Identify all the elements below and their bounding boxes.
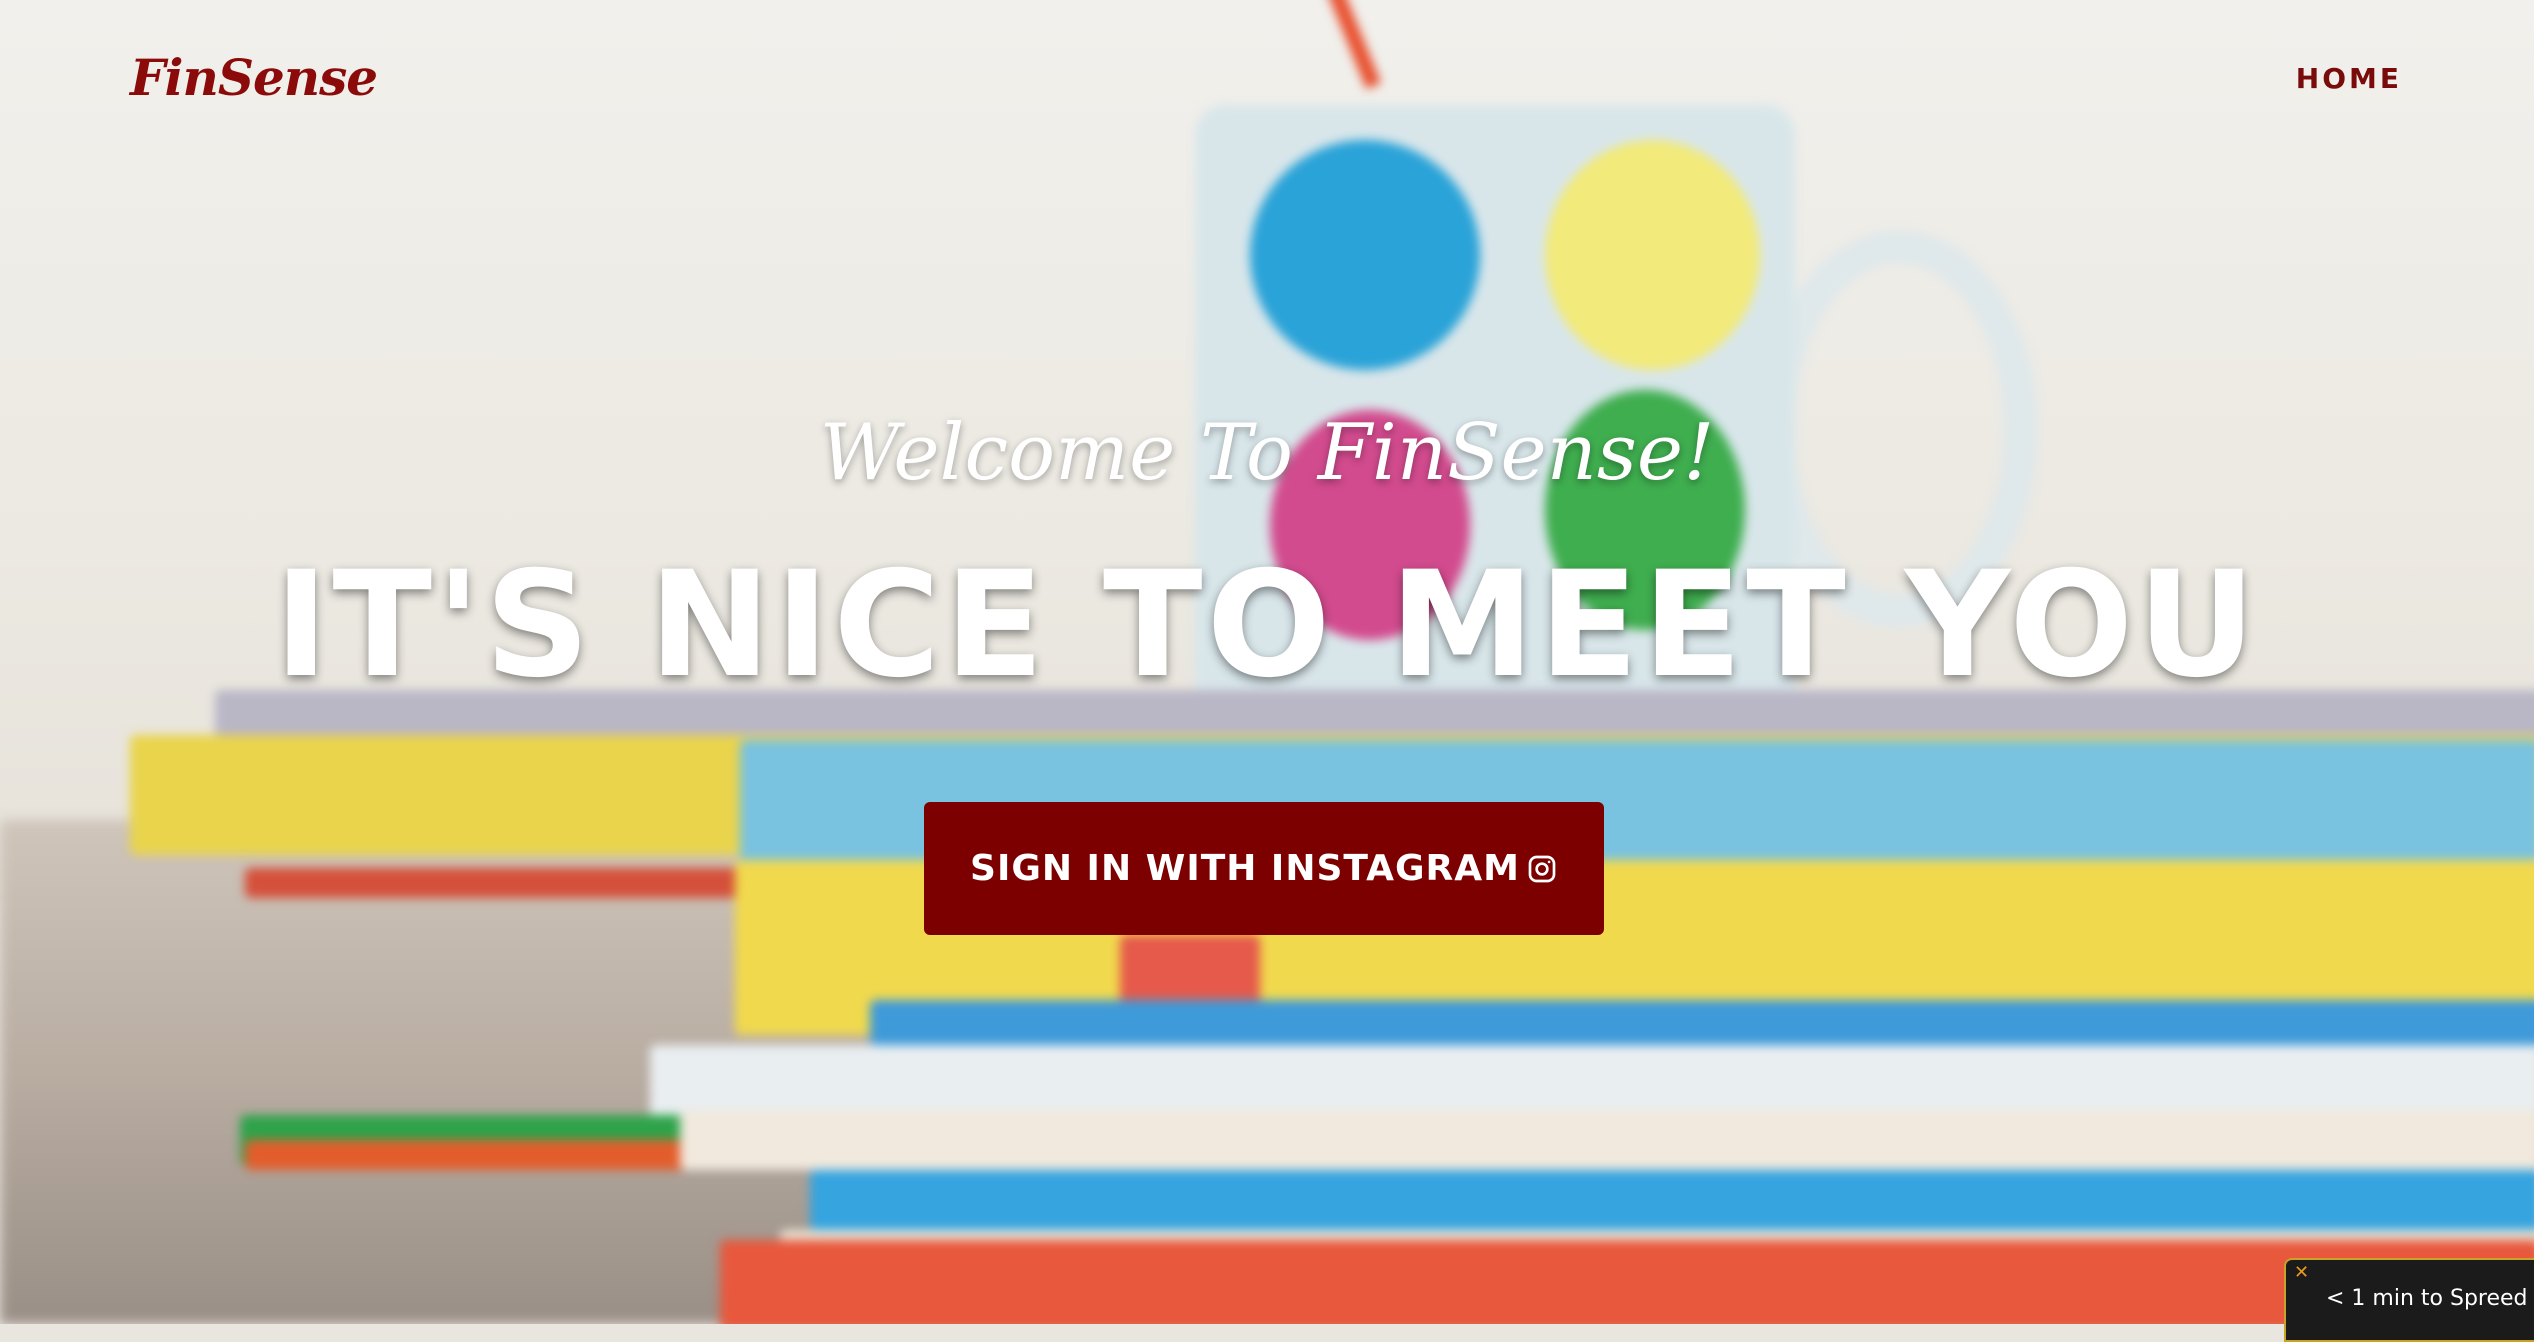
sign-in-button-label: SIGN IN WITH INSTAGRAM	[970, 848, 1520, 889]
brand-logo[interactable]: FinSense	[130, 48, 378, 107]
hero-welcome-text: Welcome To FinSense!	[819, 408, 1715, 498]
reading-time-toast[interactable]: ✕ < 1 min to Spreed	[2284, 1258, 2534, 1342]
sign-in-instagram-button[interactable]: SIGN IN WITH INSTAGRAM	[924, 802, 1604, 935]
nav-link-home[interactable]: HOME	[2296, 62, 2402, 95]
instagram-icon	[1526, 853, 1558, 885]
close-icon[interactable]: ✕	[2294, 1262, 2309, 1283]
reading-time-text: < 1 min to Spreed	[2326, 1286, 2528, 1311]
hero-headline: IT'S NICE TO MEET YOU	[274, 540, 2260, 710]
